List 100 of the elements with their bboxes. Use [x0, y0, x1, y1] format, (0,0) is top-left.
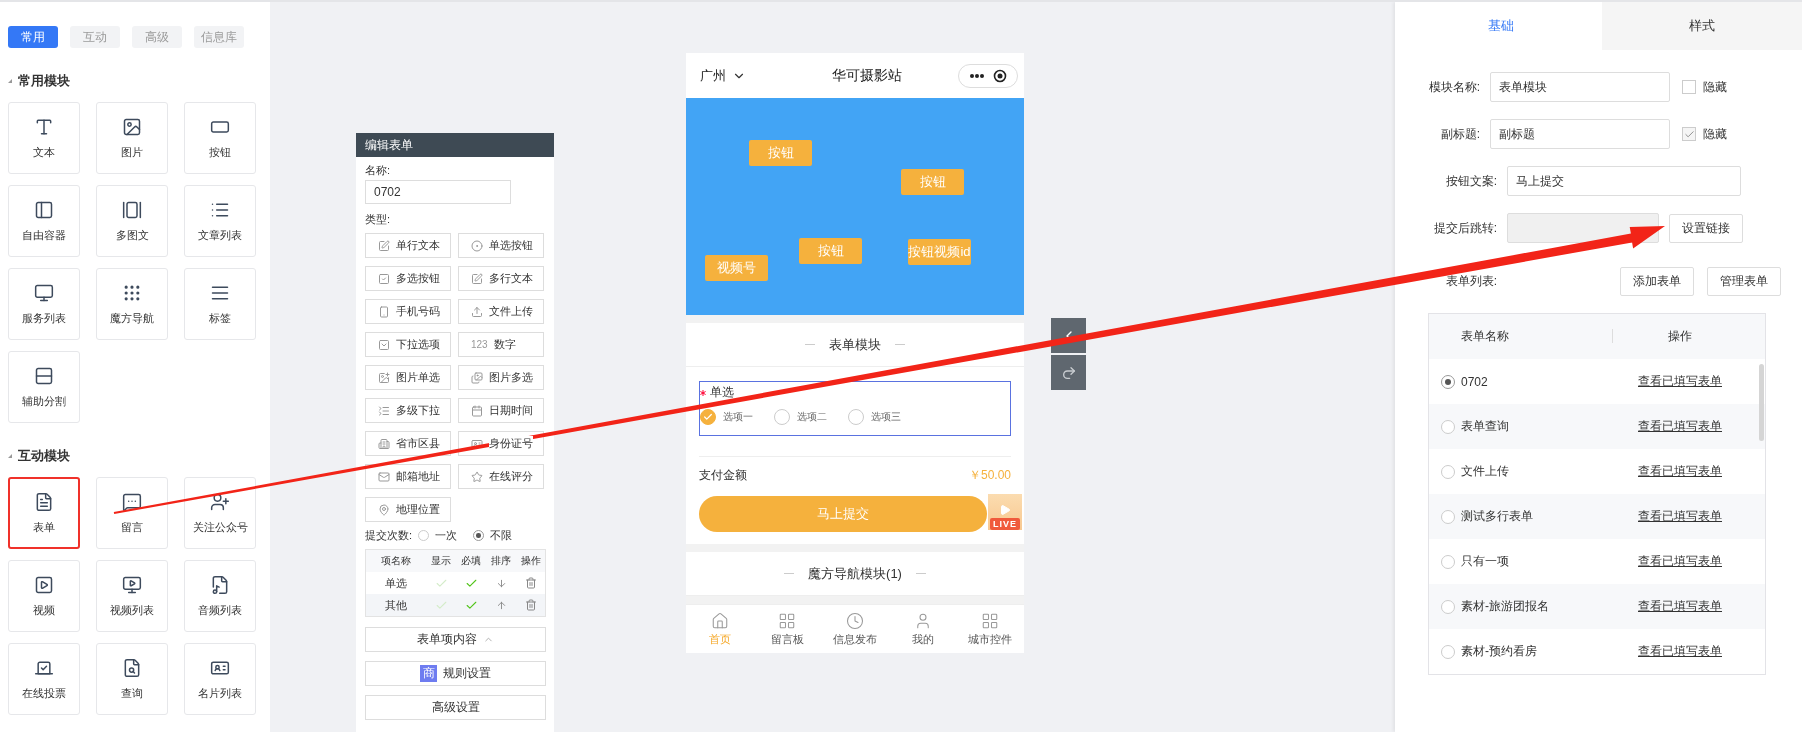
field-type-button[interactable]: 文件上传 [458, 299, 544, 324]
gallery-icon [122, 199, 142, 220]
radio-button[interactable] [774, 409, 790, 425]
radio-button[interactable] [1441, 599, 1455, 614]
trash-icon[interactable] [525, 599, 537, 611]
trash-icon[interactable] [525, 577, 537, 589]
tab-bar-item[interactable]: 留言板 [753, 605, 822, 653]
text-input[interactable]: 表单模块 [1490, 72, 1670, 102]
module-tile[interactable]: 关注公众号 [184, 477, 256, 549]
field-label: 模块名称: [1427, 78, 1480, 96]
module-tile[interactable]: 服务列表 [8, 268, 80, 340]
view-link[interactable]: 查看已填写表单 [1603, 418, 1757, 435]
up-arrow-icon[interactable] [495, 599, 507, 611]
module-tile[interactable]: 名片列表 [184, 643, 256, 715]
star-icon [471, 470, 483, 483]
view-link[interactable]: 查看已填写表单 [1603, 553, 1757, 570]
editor-button[interactable]: 高级设置 [365, 695, 546, 720]
type-label: 日期时间 [489, 403, 533, 418]
table-cell-text: 其他 [384, 597, 408, 613]
editor-button[interactable]: 表单项内容 [365, 627, 546, 652]
field-type-button[interactable]: 手机号码 [365, 299, 451, 324]
tab-bar-item[interactable]: 我的 [888, 605, 957, 653]
checkbox[interactable] [1682, 127, 1696, 141]
field-type-button[interactable]: 123 数字 [458, 332, 544, 357]
view-link[interactable]: 查看已填写表单 [1603, 643, 1757, 660]
module-tile[interactable]: 音频列表 [184, 560, 256, 632]
tile-label: 图片 [121, 144, 143, 160]
table-cell-text: 测试多行表单 [1461, 508, 1534, 525]
type-label: 图片多选 [489, 370, 533, 385]
module-tile[interactable]: 表单 [8, 477, 80, 549]
field-type-button[interactable]: 单行文本 [365, 233, 451, 258]
more-dots-icon [969, 72, 985, 79]
module-tile[interactable]: 文章列表 [184, 185, 256, 257]
radio-button[interactable] [700, 409, 716, 425]
scrollbar[interactable] [1759, 364, 1764, 441]
field-type-button[interactable]: 多行文本 [458, 266, 544, 291]
form-action-button[interactable]: 管理表单 [1707, 266, 1781, 296]
module-tile[interactable]: 按钮 [184, 102, 256, 174]
module-tile[interactable]: 图片 [96, 102, 168, 174]
module-tile[interactable]: 视频列表 [96, 560, 168, 632]
module-tab[interactable]: 常用 [8, 26, 58, 48]
grid-icon [778, 611, 797, 630]
tab-bar-item[interactable]: 城市控件 [956, 605, 1024, 653]
field-type-button[interactable]: 单选按钮 [458, 233, 544, 258]
radio-button[interactable] [1441, 374, 1455, 389]
radio-button[interactable] [418, 530, 430, 541]
radio-button[interactable] [1441, 509, 1455, 524]
field-label: 提交次数: [365, 528, 413, 543]
table-cell-text: 素材-旅游团报名 [1461, 598, 1550, 615]
radio-button[interactable] [1441, 644, 1455, 659]
play-icon [34, 574, 54, 595]
module-tile[interactable]: 魔方导航 [96, 268, 168, 340]
document-icon [34, 491, 54, 512]
chat-bubble-icon [122, 491, 142, 512]
radio-button[interactable] [848, 409, 864, 425]
field-type-button[interactable]: 图片单选 [365, 365, 451, 390]
tab-bar-item[interactable]: 信息发布 [821, 605, 889, 653]
option-label: 选项三 [871, 410, 901, 424]
section-title: 魔方导航模块(1) [808, 564, 902, 583]
module-tile[interactable]: 留言 [96, 477, 168, 549]
field-type-button[interactable]: 在线评分 [458, 464, 544, 489]
field-type-button[interactable]: 日期时间 [458, 398, 544, 423]
down-arrow-icon[interactable] [495, 577, 507, 589]
upload-icon [471, 305, 483, 318]
module-tile[interactable]: 多图文 [96, 185, 168, 257]
field-type-button[interactable]: 地理位置 [365, 497, 451, 522]
module-tile[interactable]: 文本 [8, 102, 80, 174]
module-tile[interactable]: 标签 [184, 268, 256, 340]
field-type-button[interactable]: 图片多选 [458, 365, 544, 390]
field-type-button[interactable]: 多选按钮 [365, 266, 451, 291]
radio-button[interactable] [1441, 419, 1455, 434]
text-input[interactable]: 副标题 [1490, 119, 1670, 149]
module-tile[interactable]: 查询 [96, 643, 168, 715]
module-tile[interactable]: 自由容器 [8, 185, 80, 257]
module-tile[interactable]: 在线投票 [8, 643, 80, 715]
form-action-button[interactable]: 添加表单 [1620, 266, 1694, 296]
radio-button[interactable] [1441, 554, 1455, 569]
view-link[interactable]: 查看已填写表单 [1603, 463, 1757, 480]
set-link-button[interactable]: 设置链接 [1669, 213, 1743, 243]
field-label: 名称: [365, 163, 392, 178]
field-type-button[interactable]: 下拉选项 [365, 332, 451, 357]
checkbox[interactable] [1682, 80, 1696, 94]
redo-button[interactable] [1051, 355, 1086, 390]
settings-tab[interactable]: 样式 [1601, 2, 1802, 50]
field-label: 单选 [710, 384, 734, 401]
collapse-triangle-icon [8, 454, 12, 458]
module-tile[interactable]: 辅助分割 [8, 351, 80, 423]
view-link[interactable]: 查看已填写表单 [1603, 508, 1757, 525]
name-input[interactable]: 0702 [365, 180, 511, 204]
field-type-button[interactable]: 多级下拉 [365, 398, 451, 423]
radio-button[interactable] [1441, 464, 1455, 479]
tile-label: 查询 [121, 685, 143, 701]
editor-button[interactable]: 商 规则设置 [365, 661, 546, 686]
images-icon [471, 371, 483, 384]
view-link[interactable]: 查看已填写表单 [1603, 598, 1757, 615]
text-input[interactable]: 马上提交 [1507, 166, 1741, 196]
radio-button[interactable] [473, 530, 485, 541]
module-tile[interactable]: 视频 [8, 560, 80, 632]
calendar-icon [471, 404, 483, 417]
view-link[interactable]: 查看已填写表单 [1603, 373, 1757, 390]
